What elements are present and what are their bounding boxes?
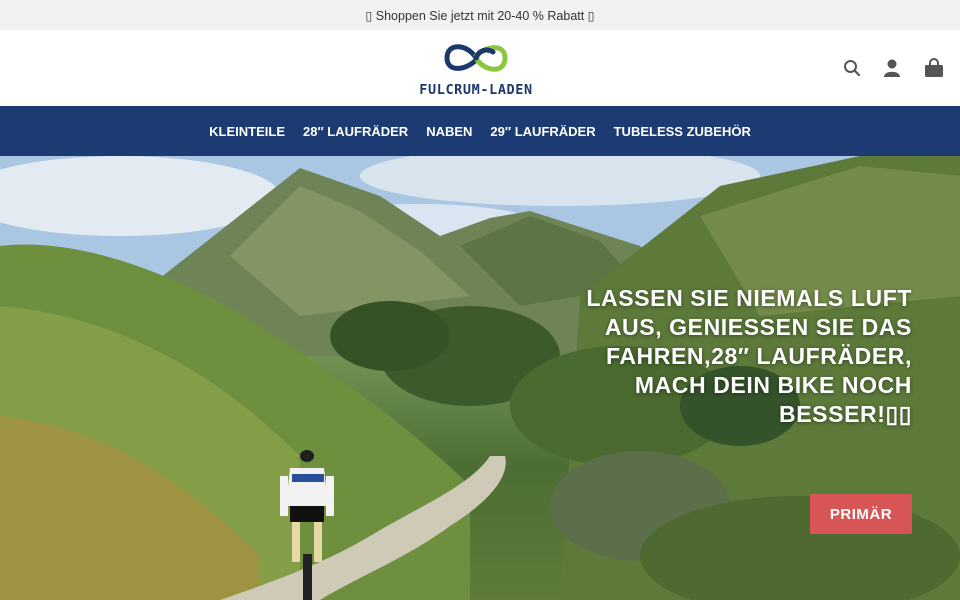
cart-icon[interactable] [922, 56, 946, 80]
promo-text: ▯ Shoppen Sie jetzt mit 20-40 % Rabatt ▯ [365, 8, 595, 23]
primary-cta-button[interactable]: PRIMÄR [810, 494, 912, 534]
infinity-logo-icon [444, 44, 508, 72]
search-icon[interactable] [840, 56, 864, 80]
logo-text: FULCRUM-LADEN [419, 82, 533, 98]
nav-item-kleinteile[interactable]: KLEINTEILE [209, 124, 285, 139]
site-header: FULCRUM-LADEN [0, 30, 960, 106]
nav-item-naben[interactable]: NABEN [426, 124, 472, 139]
promo-bar: ▯ Shoppen Sie jetzt mit 20-40 % Rabatt ▯ [0, 0, 960, 30]
hero-headline: LASSEN SIE NIEMALS LUFT AUS, GENIESSEN S… [586, 285, 912, 427]
main-nav: KLEINTEILE 28″ LAUFRÄDER NABEN 29″ LAUFR… [0, 106, 960, 156]
nav-item-tubeless-zubehoer[interactable]: TUBELESS ZUBEHÖR [614, 124, 751, 139]
nav-item-28-laufraeder[interactable]: 28″ LAUFRÄDER [303, 124, 408, 139]
account-icon[interactable] [880, 56, 904, 80]
site-logo[interactable]: FULCRUM-LADEN [404, 38, 548, 102]
nav-item-29-laufraeder[interactable]: 29″ LAUFRÄDER [490, 124, 595, 139]
hero-banner: LASSEN SIE NIEMALS LUFT AUS, GENIESSEN S… [0, 156, 960, 600]
